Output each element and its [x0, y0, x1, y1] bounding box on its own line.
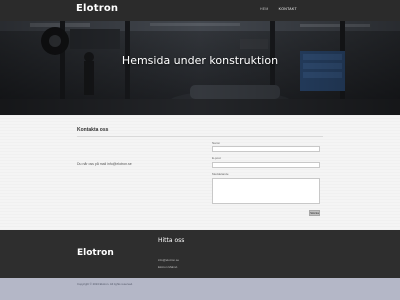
nav-item-hem[interactable]: Hem	[260, 7, 269, 11]
site-logo[interactable]: Elotron	[76, 3, 118, 14]
message-textarea[interactable]	[212, 178, 320, 204]
footer: Elotron Hitta oss info@elotron.se Elotro…	[0, 230, 400, 278]
footer-email[interactable]: info@elotron.se	[158, 258, 179, 262]
main-nav: Hem Kontakt	[260, 7, 297, 11]
name-field[interactable]	[212, 146, 320, 152]
contact-heading: Kontakta oss	[77, 127, 109, 133]
email-field[interactable]	[212, 162, 320, 168]
hero-banner: Hemsida under konstruktion	[0, 21, 400, 115]
submit-button[interactable]: Skicka	[309, 210, 320, 216]
footer-heading: Hitta oss	[158, 237, 185, 244]
copyright-text: Copyright © 2024 Elotron. All rights res…	[77, 282, 134, 286]
hero-title: Hemsida under konstruktion	[121, 54, 279, 67]
nav-item-kontakt[interactable]: Kontakt	[279, 7, 297, 11]
name-label: Namn	[212, 141, 221, 145]
contact-text: Du når oss på mail info@elotron.se	[77, 162, 132, 166]
footer-location: Elotron Malmö	[158, 265, 178, 269]
top-navbar: Elotron Hem Kontakt	[0, 0, 400, 21]
divider	[77, 136, 323, 137]
email-label: E-post	[212, 156, 221, 160]
footer-logo: Elotron	[77, 248, 114, 258]
message-label: Meddelande	[212, 172, 229, 176]
workshop-background-image	[0, 21, 400, 115]
copyright-bar: Copyright © 2024 Elotron. All rights res…	[0, 278, 400, 300]
contact-section: Kontakta oss Du når oss på mail info@elo…	[0, 115, 400, 230]
